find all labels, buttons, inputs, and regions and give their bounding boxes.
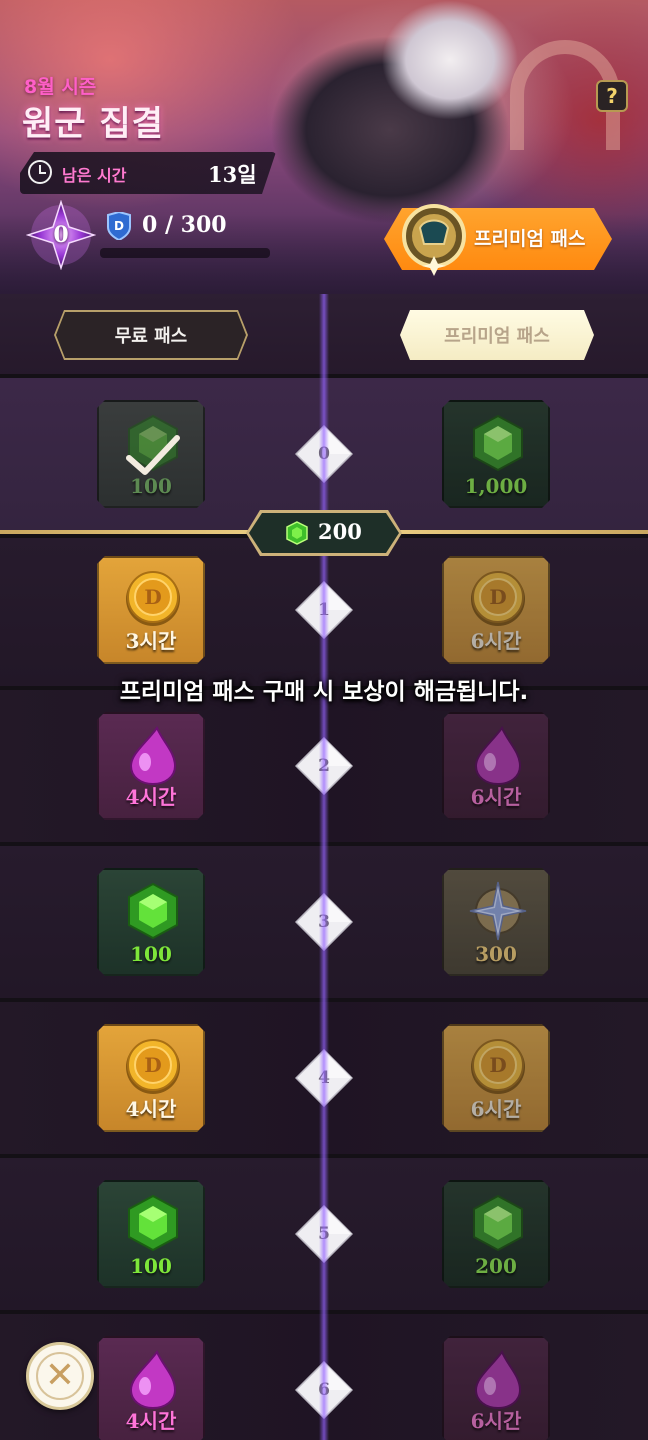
- milestone-value: 200: [318, 519, 362, 544]
- premium-crest-icon: [402, 204, 466, 276]
- reward-quantity: 6시간: [470, 629, 522, 653]
- svg-text:D: D: [114, 219, 124, 233]
- reward-quantity: 6시간: [470, 1097, 522, 1121]
- reward-quantity: 4시간: [125, 785, 177, 809]
- help-button[interactable]: ?: [596, 80, 628, 112]
- green-gem-icon: [286, 521, 308, 545]
- reward-quantity: 4시간: [125, 1097, 177, 1121]
- purple-drop-icon: [123, 724, 183, 786]
- xp-progress-bar: [100, 248, 270, 258]
- free-reward-card[interactable]: 4시간: [97, 712, 205, 820]
- season-level: 0: [53, 222, 69, 248]
- svg-text:D: D: [489, 1053, 506, 1077]
- question-icon: ?: [606, 84, 618, 108]
- free-reward-card[interactable]: 100: [97, 1180, 205, 1288]
- premium-reward-card[interactable]: D 6시간: [442, 1024, 550, 1132]
- premium-reward-card[interactable]: D 6시간: [442, 556, 550, 664]
- clock-icon: [28, 160, 52, 184]
- reward-quantity: 6시간: [470, 1409, 522, 1433]
- gold-coin-icon: D: [123, 568, 183, 630]
- reward-quantity: 1,000: [464, 474, 528, 498]
- remaining-time-value: 13일: [208, 162, 257, 187]
- premium-reward-card[interactable]: 300: [442, 868, 550, 976]
- reward-quantity: 200: [475, 1254, 517, 1278]
- green-gem-icon: [123, 880, 183, 942]
- tab-free-pass-label[interactable]: 무료 패스: [56, 312, 246, 358]
- free-reward-card[interactable]: 100: [97, 400, 205, 508]
- gold-coin-icon: D: [468, 568, 528, 630]
- gold-coin-icon: D: [468, 1036, 528, 1098]
- reward-quantity: 4시간: [125, 1409, 177, 1433]
- gold-coin-icon: D: [123, 1036, 183, 1098]
- hero-hair-artwork: [360, 0, 530, 140]
- svg-text:D: D: [144, 1053, 161, 1077]
- reward-quantity: 6시간: [470, 785, 522, 809]
- reward-quantity: 3시간: [125, 629, 177, 653]
- unlock-notice: 프리미엄 패스 구매 시 보상이 해금됩니다.: [119, 679, 529, 705]
- free-reward-card[interactable]: D 4시간: [97, 1024, 205, 1132]
- reward-quantity: 100: [130, 1254, 172, 1278]
- green-gem-icon: [123, 1192, 183, 1254]
- svg-text:D: D: [489, 585, 506, 609]
- xp-progress-text: 0 / 300: [142, 212, 227, 238]
- reward-quantity: 100: [130, 942, 172, 966]
- reward-quantity: 300: [475, 942, 517, 966]
- season-title: 원군 집결: [22, 104, 164, 144]
- free-reward-card[interactable]: D 3시간: [97, 556, 205, 664]
- close-icon: ✕: [36, 1352, 84, 1400]
- green-gem-icon: [468, 412, 528, 474]
- track-center-line: [319, 294, 329, 1440]
- close-button[interactable]: ✕: [26, 1342, 94, 1410]
- free-reward-card[interactable]: 4시간: [97, 1336, 205, 1440]
- premium-reward-card[interactable]: 6시간: [442, 1336, 550, 1440]
- tab-premium-pass[interactable]: 프리미엄 패스: [400, 310, 594, 360]
- premium-reward-card[interactable]: 1,000: [442, 400, 550, 508]
- purple-drop-icon: [468, 1348, 528, 1410]
- compass-star-icon: [468, 880, 528, 942]
- green-gem-icon: [468, 1192, 528, 1254]
- reward-quantity: 100: [130, 474, 172, 498]
- svg-text:D: D: [144, 585, 161, 609]
- premium-reward-card[interactable]: 6시간: [442, 712, 550, 820]
- shield-icon: D: [107, 212, 131, 240]
- season-label: 8월 시즌: [24, 76, 97, 98]
- purple-drop-icon: [123, 1348, 183, 1410]
- buy-premium-label: 프리미엄 패스: [474, 228, 586, 250]
- free-reward-card[interactable]: 100: [97, 868, 205, 976]
- remaining-time-label: 남은 시간: [62, 166, 127, 185]
- premium-reward-card[interactable]: 200: [442, 1180, 550, 1288]
- purple-drop-icon: [468, 724, 528, 786]
